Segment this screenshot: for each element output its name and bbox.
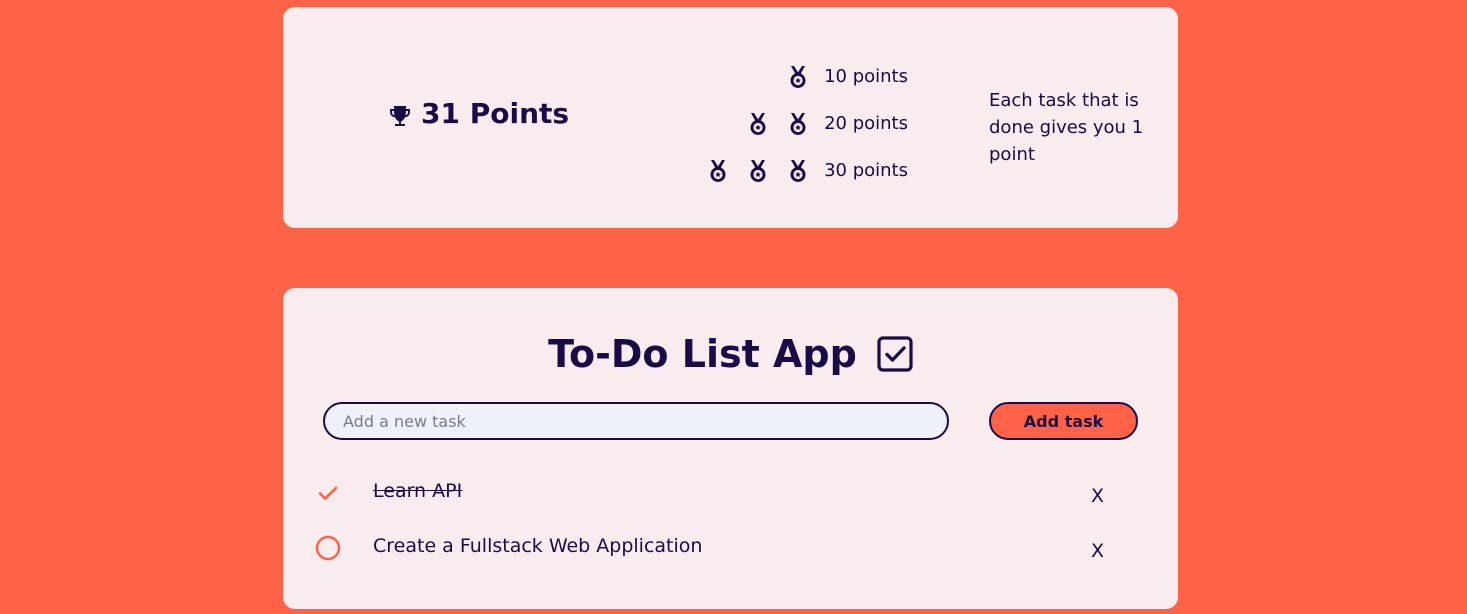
level-label: 10 points (824, 66, 908, 87)
points-total-label: 31 Points (421, 97, 570, 130)
level-row: 10 points (788, 63, 908, 90)
level-row: 30 points (708, 157, 908, 184)
task-list: Learn API X Create a Fullstack Web Appli… (283, 468, 1178, 578)
delete-task-button[interactable]: X (1091, 485, 1104, 507)
level-medals (708, 159, 808, 183)
page-title: To-Do List App (548, 332, 857, 376)
add-task-button[interactable]: Add task (989, 402, 1138, 440)
task-item: Learn API X (283, 468, 1178, 523)
task-text: Create a Fullstack Web Application (373, 535, 703, 557)
task-item: Create a Fullstack Web Application X (283, 523, 1178, 578)
level-label: 20 points (824, 113, 908, 134)
medal-icon (788, 112, 808, 136)
points-card: 31 Points 10 points 20 points 30 points … (283, 7, 1178, 228)
todo-header: To-Do List App (283, 332, 1178, 376)
medal-icon (748, 159, 768, 183)
level-medals (788, 65, 808, 89)
level-row: 20 points (748, 110, 908, 137)
medal-icon (748, 112, 768, 136)
task-text: Learn API (373, 480, 463, 502)
task-open-circle-icon[interactable] (315, 535, 341, 561)
new-task-input[interactable] (323, 402, 949, 440)
checkbox-checked-icon (877, 336, 913, 372)
level-medals (748, 112, 808, 136)
medal-icon (788, 159, 808, 183)
points-explanation: Each task that is done gives you 1 point (989, 90, 1144, 165)
task-done-checkmark-icon[interactable] (315, 480, 341, 506)
points-levels: 10 points 20 points 30 points (708, 63, 908, 184)
points-total: 31 Points (388, 97, 569, 130)
medal-icon (788, 65, 808, 89)
todo-card: To-Do List App Add task Learn API X Crea… (283, 288, 1178, 609)
medal-icon (708, 159, 728, 183)
level-label: 30 points (824, 160, 908, 181)
trophy-icon (388, 102, 412, 126)
delete-task-button[interactable]: X (1091, 540, 1104, 562)
